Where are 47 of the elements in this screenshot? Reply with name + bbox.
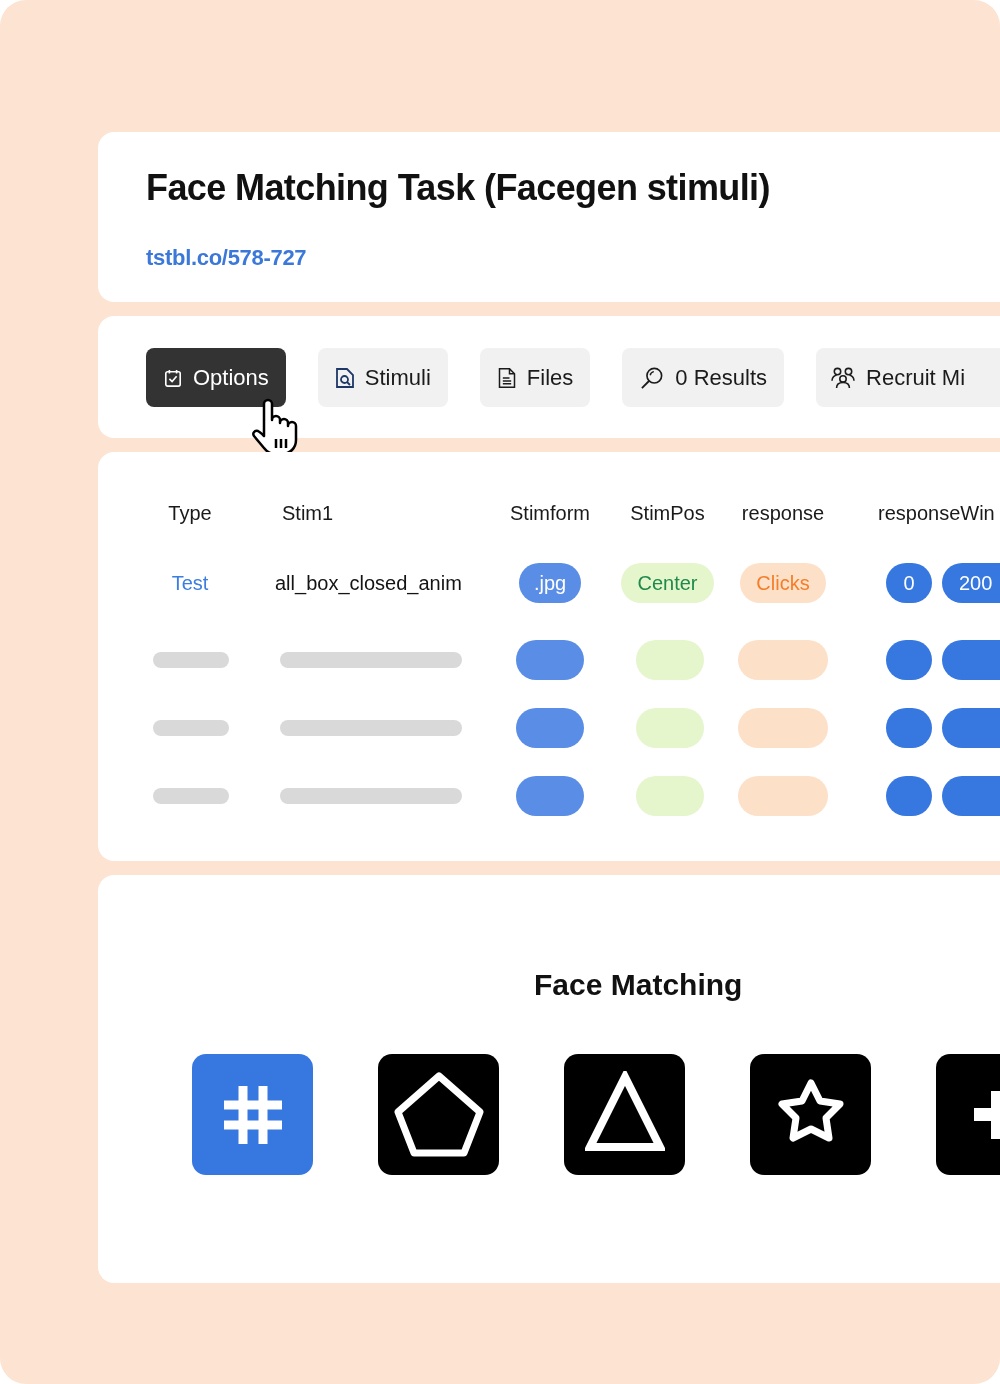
skeleton-pill <box>516 640 584 680</box>
column-header: Stimform <box>510 501 590 525</box>
document-icon <box>497 367 516 388</box>
skeleton-pill <box>942 640 1000 680</box>
shape-tile[interactable] <box>936 1054 1000 1175</box>
clipboard-check-icon <box>164 367 182 388</box>
hash-icon <box>223 1085 282 1144</box>
tab[interactable]: Options <box>146 348 286 407</box>
triangle-icon <box>584 1070 665 1151</box>
value-chip: 0 <box>886 563 932 603</box>
response-tag: Clicks <box>740 563 826 603</box>
skeleton-pill <box>635 640 704 680</box>
search-icon <box>640 366 665 389</box>
shape-tile[interactable] <box>192 1054 313 1175</box>
type-link[interactable]: Test <box>171 571 209 595</box>
pentagon-icon <box>392 1071 485 1158</box>
shape-tile[interactable] <box>750 1054 871 1175</box>
column-header: Stim1 <box>282 501 334 525</box>
skeleton-pill <box>516 708 584 748</box>
column-header: Type <box>168 501 212 525</box>
skeleton-pill <box>516 776 584 816</box>
people-group-icon <box>831 366 855 389</box>
skeleton-pill <box>635 776 704 816</box>
plus-icon <box>974 1090 1000 1139</box>
tab[interactable]: Stimuli <box>317 348 448 407</box>
skeleton-pill <box>942 776 1000 816</box>
skeleton-pill <box>886 640 932 680</box>
tab[interactable]: Files <box>479 348 591 407</box>
preview-title: Face Matching <box>534 967 744 1003</box>
column-header: response <box>741 501 825 525</box>
column-header: responseWin <box>878 501 995 525</box>
stimulus-name: all_box_closed_anim <box>275 571 462 595</box>
shape-tile[interactable] <box>378 1054 499 1175</box>
task-link[interactable]: tstbl.co/578-727 <box>146 244 307 272</box>
value-chip: 200 <box>942 563 1000 603</box>
skeleton-pill <box>635 708 704 748</box>
tab[interactable]: Recruit Mi <box>816 348 1000 407</box>
skeleton-pill <box>942 708 1000 748</box>
column-header: StimPos <box>630 501 705 525</box>
shape-tile[interactable] <box>564 1054 685 1175</box>
skeleton-pill <box>886 708 932 748</box>
document-search-icon <box>335 367 354 388</box>
task-title: Face Matching Task (Facegen stimuli) <box>146 166 771 210</box>
tab[interactable]: 0 Results <box>622 348 784 407</box>
skeleton-pill <box>886 776 932 816</box>
format-tag: .jpg <box>518 563 582 603</box>
position-tag: Center <box>621 563 714 603</box>
